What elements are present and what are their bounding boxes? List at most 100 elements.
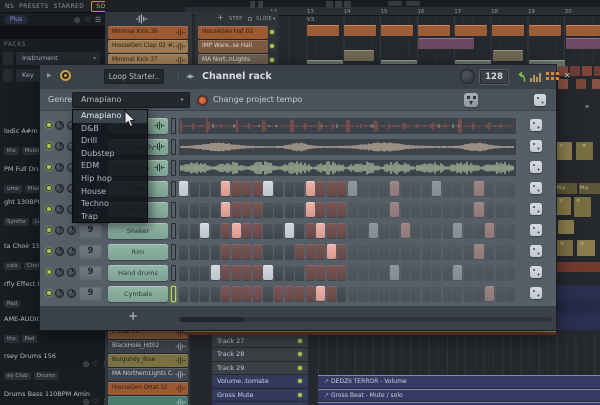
pan-knob[interactable] [55, 121, 64, 130]
step-cell[interactable] [348, 244, 357, 259]
add-channel-button[interactable]: + [128, 309, 138, 323]
step-cell[interactable] [496, 265, 505, 280]
step-cell[interactable] [232, 181, 241, 196]
step-cell[interactable] [316, 244, 325, 259]
step-cell[interactable] [316, 223, 325, 238]
step-cell[interactable] [190, 181, 199, 196]
step-cell[interactable] [274, 244, 283, 259]
step-cell[interactable] [369, 265, 378, 280]
genre-option-techno[interactable]: Techno [73, 198, 147, 211]
genre-option-house[interactable]: House [73, 186, 147, 199]
playlist-clip[interactable]: ≡Ho.. [307, 25, 339, 36]
step-cell[interactable] [453, 265, 462, 280]
step-cell[interactable] [200, 244, 209, 259]
randomize-dice-icon[interactable] [530, 182, 542, 194]
step-cell[interactable] [221, 202, 230, 217]
step-cell[interactable] [211, 265, 220, 280]
step-cell[interactable] [485, 265, 494, 280]
sound-list-item[interactable]: Drums Bass 110BPM Amin◎♡⋮sDrums [4, 390, 105, 405]
track-led[interactable] [298, 352, 302, 356]
playlist-clip[interactable]: ≡Ho.. [566, 25, 600, 36]
step-cell[interactable] [190, 286, 199, 301]
step-cell[interactable] [253, 286, 262, 301]
step-cell[interactable] [179, 202, 188, 217]
step-cell[interactable] [295, 265, 304, 280]
channel-led[interactable] [270, 44, 274, 48]
loop-starter-box[interactable]: Loop Starter.. [104, 69, 164, 84]
step-cell[interactable] [200, 202, 209, 217]
step-cell[interactable] [179, 265, 188, 280]
step-cell[interactable] [263, 244, 272, 259]
step-cell[interactable] [474, 244, 483, 259]
undo-icon[interactable] [514, 71, 527, 83]
step-cell[interactable] [211, 286, 220, 301]
step-cell[interactable] [232, 202, 241, 217]
step-cell[interactable] [337, 223, 346, 238]
step-cell[interactable] [506, 223, 515, 238]
steps-count-box[interactable]: 9 [79, 265, 102, 280]
channel-button[interactable]: Minimal Kick 36 [108, 26, 188, 39]
pan-knob[interactable] [55, 268, 64, 277]
step-cell[interactable] [274, 286, 283, 301]
tag-chip[interactable]: ey Club [4, 372, 31, 380]
channel-button[interactable]: HouseGen OHat 02 [108, 382, 188, 395]
tag-chip[interactable]: Drums [34, 372, 58, 380]
step-cell[interactable] [274, 181, 283, 196]
tab-sounds[interactable]: SOUNDS [91, 1, 105, 12]
genre-option-hip-hop[interactable]: Hip hop [73, 173, 147, 186]
step-cell[interactable] [390, 181, 399, 196]
step-cell[interactable] [316, 202, 325, 217]
step-cell[interactable] [232, 286, 241, 301]
channel-led[interactable] [270, 30, 274, 34]
step-cell[interactable] [443, 223, 452, 238]
step-cell[interactable] [327, 181, 336, 196]
step-cell[interactable] [506, 181, 515, 196]
step-cell[interactable] [358, 181, 367, 196]
step-cell[interactable] [474, 286, 483, 301]
step-cell[interactable] [443, 265, 452, 280]
tab-presets[interactable]: PRESETS [19, 3, 48, 10]
step-cell[interactable] [327, 265, 336, 280]
steps-count-box[interactable]: 9 [79, 244, 102, 259]
step-cell[interactable] [453, 223, 462, 238]
step-cell[interactable] [401, 265, 410, 280]
track-led[interactable] [298, 379, 302, 383]
pan-knob[interactable] [55, 163, 64, 172]
step-cell[interactable] [401, 223, 410, 238]
check-circle-icon[interactable]: ◎ [74, 16, 80, 24]
step-cell[interactable] [432, 181, 441, 196]
scrollbar-thumb[interactable] [180, 317, 244, 322]
track-lane[interactable]: ↗Gross Beat - Mute / solo [318, 389, 600, 402]
step-cell[interactable] [242, 244, 251, 259]
playlist-clip[interactable]: ≡Ho.. [418, 25, 450, 36]
step-cell[interactable] [422, 244, 431, 259]
tempo-radio-icon[interactable] [198, 96, 207, 105]
channel-mute-led[interactable] [46, 227, 52, 233]
step-cell[interactable] [443, 244, 452, 259]
step-cell[interactable] [464, 181, 473, 196]
favorite-icon[interactable]: ♡ [92, 398, 98, 405]
volume-knob[interactable] [67, 226, 76, 235]
step-cell[interactable] [358, 286, 367, 301]
step-cell[interactable] [200, 265, 209, 280]
channel-mute-led[interactable] [46, 248, 52, 254]
step-cell[interactable] [200, 286, 209, 301]
step-cell[interactable] [211, 202, 220, 217]
step-cell[interactable] [285, 181, 294, 196]
step-cell[interactable] [337, 202, 346, 217]
favorite-icon[interactable]: ♡ [92, 360, 98, 368]
track-lane[interactable] [318, 362, 600, 375]
sound-list-item[interactable]: rsey Drums 156◎♡⋮ey ClubDrums [4, 352, 105, 374]
step-cell[interactable] [432, 244, 441, 259]
step-cell[interactable] [432, 286, 441, 301]
step-cell[interactable] [379, 223, 388, 238]
step-slide-checkbox[interactable] [248, 17, 252, 21]
step-cell[interactable] [401, 286, 410, 301]
channel-led[interactable] [270, 58, 274, 62]
channel-name-button[interactable]: Hand drums [108, 265, 168, 281]
merge-patterns-icon[interactable] [464, 93, 478, 107]
step-cell[interactable] [401, 202, 410, 217]
step-cell[interactable] [422, 286, 431, 301]
graph-editor-bracket[interactable] [171, 286, 176, 302]
step-cell[interactable] [485, 223, 494, 238]
